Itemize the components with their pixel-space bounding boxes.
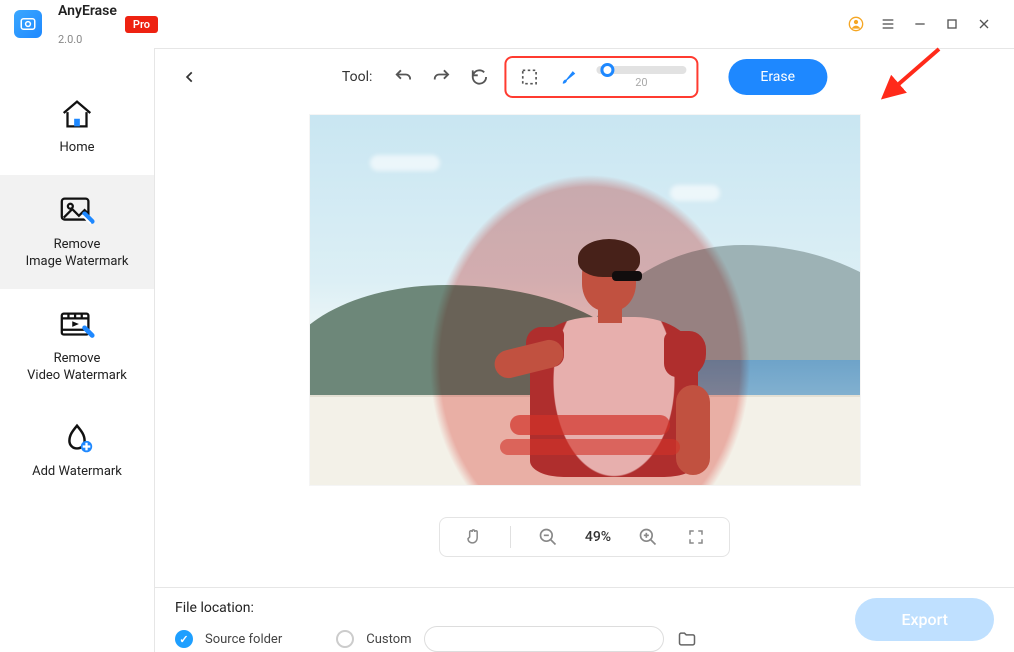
back-button[interactable] [175, 62, 205, 92]
title-bar: AnyErase 2.0.0 Pro [0, 0, 1014, 48]
export-button[interactable]: Export [855, 598, 994, 641]
pro-badge: Pro [125, 16, 158, 33]
sidebar-item-label: Remove Video Watermark [27, 351, 127, 385]
home-icon [57, 96, 97, 132]
window-close-icon[interactable] [968, 8, 1000, 40]
zoom-out-button[interactable] [537, 526, 559, 548]
sidebar-item-label: Add Watermark [32, 464, 122, 481]
add-watermark-icon [57, 420, 97, 456]
app-version: 2.0.0 [58, 33, 117, 46]
source-folder-radio[interactable] [175, 630, 193, 648]
slider-thumb[interactable] [600, 63, 614, 77]
window-maximize-icon[interactable] [936, 8, 968, 40]
zoom-in-button[interactable] [637, 526, 659, 548]
brush-size-slider[interactable] [596, 66, 686, 74]
reset-button[interactable] [466, 64, 492, 90]
tool-selection-highlight: 20 [504, 56, 698, 98]
brush-tool[interactable] [556, 64, 582, 90]
bottom-panel: File location: Source folder Custom Expo… [155, 587, 1014, 652]
pan-hand-tool[interactable] [462, 526, 484, 548]
redo-button[interactable] [428, 64, 454, 90]
sidebar-item-remove-image-watermark[interactable]: Remove Image Watermark [0, 175, 154, 289]
app-logo-icon [14, 10, 42, 38]
menu-icon[interactable] [872, 8, 904, 40]
brush-size-value: 20 [635, 76, 647, 89]
sidebar-item-label: Home [60, 140, 95, 157]
rectangle-select-tool[interactable] [516, 64, 542, 90]
remove-image-watermark-icon [57, 193, 97, 229]
sidebar-item-home[interactable]: Home [0, 78, 154, 175]
window-minimize-icon[interactable] [904, 8, 936, 40]
sidebar-item-add-watermark[interactable]: Add Watermark [0, 402, 154, 499]
app-name: AnyErase [58, 3, 117, 19]
custom-path-input[interactable] [424, 626, 664, 652]
fullscreen-button[interactable] [685, 526, 707, 548]
zoom-value: 49% [585, 529, 611, 545]
remove-video-watermark-icon [57, 307, 97, 343]
custom-folder-label: Custom [366, 632, 411, 647]
canvas-area: 49% [155, 105, 1014, 587]
sidebar-item-remove-video-watermark[interactable]: Remove Video Watermark [0, 289, 154, 403]
zoom-controls: 49% [439, 517, 730, 557]
erase-button[interactable]: Erase [728, 59, 827, 95]
undo-button[interactable] [390, 64, 416, 90]
content-area: Tool: [154, 48, 1014, 652]
source-folder-label: Source folder [205, 632, 282, 647]
sidebar-item-label: Remove Image Watermark [26, 237, 129, 271]
edited-image[interactable] [310, 115, 860, 485]
browse-folder-icon[interactable] [676, 628, 698, 650]
sidebar: Home Remove Image Watermark Remove Video… [0, 48, 154, 652]
user-account-icon[interactable] [840, 8, 872, 40]
custom-folder-radio[interactable] [336, 630, 354, 648]
tool-label: Tool: [342, 69, 372, 85]
annotation-arrow-icon [853, 45, 943, 105]
editor-toolbar: Tool: [155, 49, 1014, 105]
